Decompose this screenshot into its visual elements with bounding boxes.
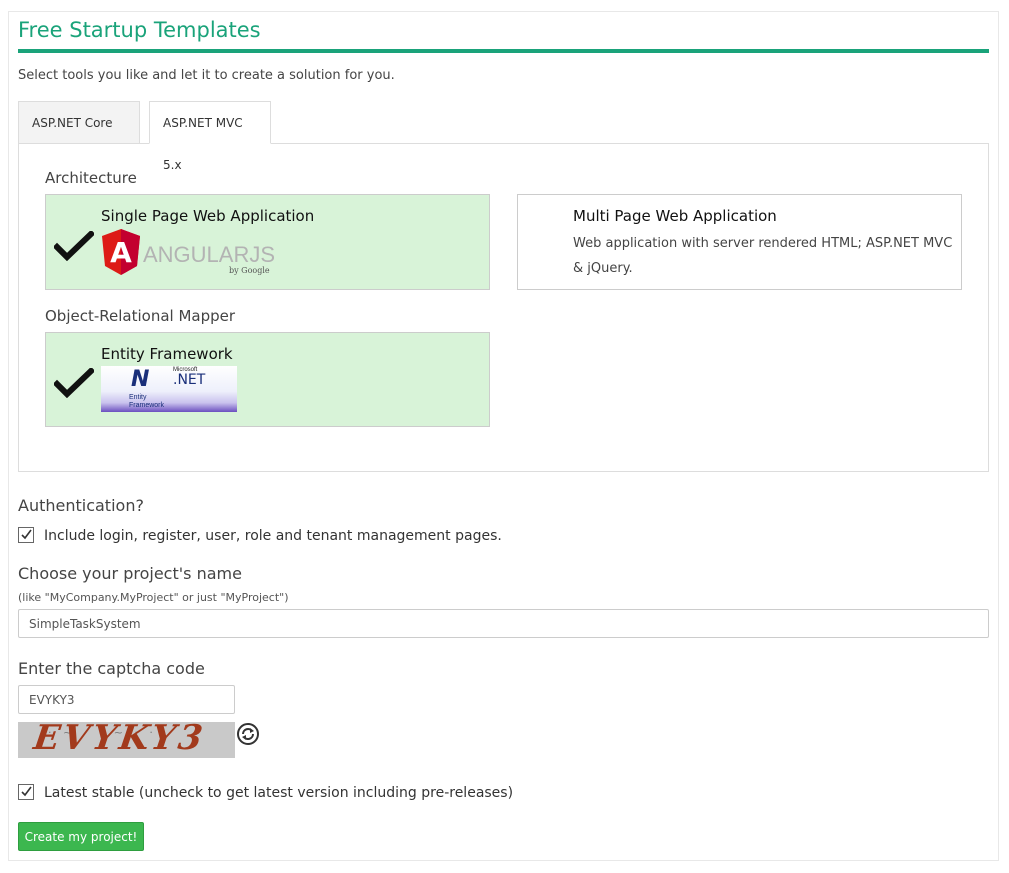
svg-text:A: A — [110, 236, 132, 269]
angular-wordmark: ANGULARJS — [143, 242, 275, 267]
checkbox-check-icon — [21, 529, 32, 540]
option-multi-page-app[interactable]: Multi Page Web Application Web applicati… — [517, 194, 962, 290]
authentication-checkbox-label[interactable]: Include login, register, user, role and … — [44, 528, 502, 544]
dotnet-entity-framework-logo: N Microsoft .NET Entity Framework — [101, 366, 237, 412]
angularjs-logo: A ANGULARJS by Google — [102, 229, 275, 275]
authentication-checkbox[interactable] — [18, 527, 34, 543]
net-logo-net: .NET — [173, 372, 206, 388]
option-title: Entity Framework — [101, 345, 233, 363]
checkmark-icon — [54, 231, 94, 261]
captcha-input[interactable] — [18, 685, 235, 714]
option-description: Web application with server rendered HTM… — [573, 236, 953, 276]
angular-byline: by Google — [229, 266, 270, 275]
net-logo-caption: Entity Framework — [129, 394, 165, 409]
option-title: Multi Page Web Application — [573, 207, 777, 225]
tab-aspnet-mvc[interactable]: ASP.NET MVC 5.x — [149, 101, 271, 172]
captcha-text: EVYKY3 — [31, 722, 208, 758]
option-single-page-app[interactable]: Single Page Web Application A ANGULARJS … — [45, 194, 490, 290]
latest-stable-checkbox[interactable] — [18, 784, 34, 800]
latest-stable-label[interactable]: Latest stable (uncheck to get latest ver… — [44, 785, 513, 801]
captcha-image: · ~ · · ~ · · EVYKY3 — [18, 722, 235, 758]
architecture-label: Architecture — [45, 169, 137, 187]
option-title: Single Page Web Application — [101, 207, 315, 225]
create-project-button[interactable]: Create my project! — [18, 822, 144, 851]
option-entity-framework[interactable]: Entity Framework N Microsoft .NET Entity… — [45, 332, 490, 427]
authentication-label: Authentication? — [18, 496, 144, 515]
captcha-label: Enter the captcha code — [18, 659, 205, 678]
tab-aspnet-core[interactable]: ASP.NET Core 2.x — [18, 101, 140, 172]
tab-content: Architecture Single Page Web Application… — [18, 143, 989, 472]
page-title: Free Startup Templates — [18, 18, 261, 42]
project-name-label: Choose your project's name — [18, 564, 242, 583]
page-subtitle: Select tools you like and let it to crea… — [18, 68, 395, 83]
orm-label: Object-Relational Mapper — [45, 307, 236, 325]
captcha-refresh-button[interactable] — [237, 723, 259, 745]
net-logo-glyph: N — [131, 367, 150, 392]
checkmark-icon — [54, 368, 94, 398]
checkbox-check-icon — [21, 786, 32, 797]
refresh-icon — [242, 728, 254, 740]
project-name-input[interactable] — [18, 609, 989, 638]
title-underline — [18, 49, 989, 53]
project-name-hint: (like "MyCompany.MyProject" or just "MyP… — [18, 591, 289, 604]
